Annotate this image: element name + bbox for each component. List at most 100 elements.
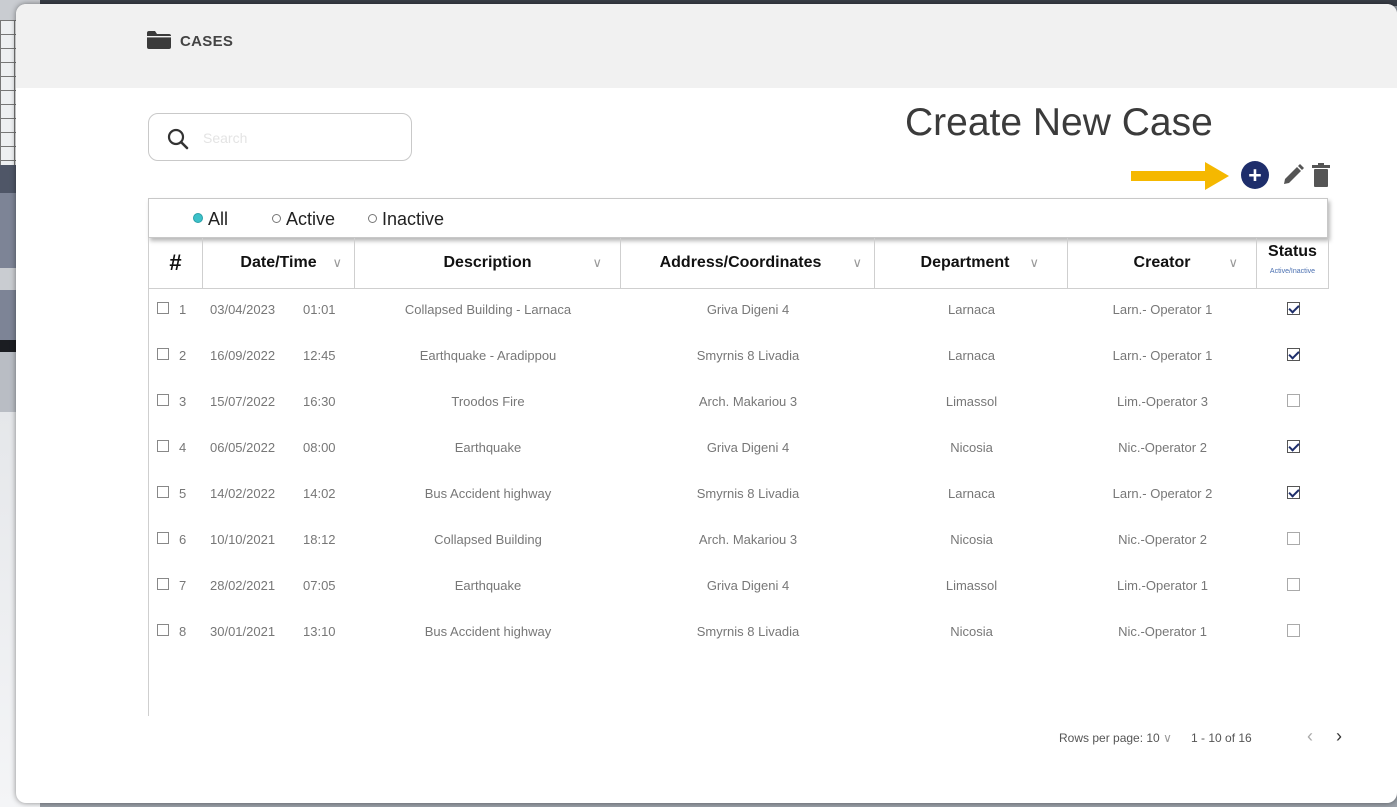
next-page-button[interactable]: › [1336,726,1342,747]
page-title: CASES [180,33,234,50]
row-address: Griva Digeni 4 [706,302,790,317]
row-department: Limassol [945,394,998,409]
table-row[interactable]: 3 15/07/2022 16:30 Troodos Fire Arch. Makari… [149,380,1329,424]
column-header-description[interactable]: Description ∨ [355,238,621,288]
row-time: 14:02 [303,486,336,501]
create-case-callout: Create New Case [905,101,1213,144]
row-status-checkbox[interactable] [1287,440,1300,453]
row-select-checkbox[interactable] [157,302,169,314]
row-description: Collapsed Building - Larnaca [404,302,572,317]
row-department: Nicosia [950,624,993,639]
row-status-checkbox[interactable] [1287,486,1300,499]
chevron-down-icon: ∨ [1228,255,1238,270]
row-time: 12:45 [303,348,336,363]
row-creator: Lim.-Operator 3 [1116,394,1209,409]
chevron-down-icon: ∨ [1029,255,1039,270]
row-description: Collapsed Building [434,532,542,547]
row-date: 10/10/2021 [210,532,276,547]
row-time: 01:01 [303,302,336,317]
row-department: Larnaca [948,302,995,317]
row-select-checkbox[interactable] [157,394,169,406]
row-number: 7 [179,578,187,593]
chevron-down-icon: ∨ [852,255,862,270]
cases-table: # Date/Time ∨ Description ∨ Address/Coordi… [148,238,1329,716]
row-select-checkbox[interactable] [157,486,169,498]
row-date: 03/04/2023 [210,302,276,317]
row-number: 2 [179,348,187,363]
table-row[interactable]: 6 10/10/2021 18:12 Collapsed Building Arch. … [149,518,1329,562]
table-row[interactable]: 2 16/09/2022 12:45 Earthquake - Aradippou Sm… [149,334,1329,378]
column-header-creator[interactable]: Creator ∨ [1068,238,1257,288]
row-description: Troodos Fire [451,394,525,409]
row-status-checkbox[interactable] [1287,302,1300,315]
row-status-checkbox[interactable] [1287,532,1300,545]
prev-page-button[interactable]: ‹ [1307,726,1313,747]
row-address: Arch. Makariou 3 [698,532,798,547]
rows-per-page-select[interactable]: Rows per page: 10 ∨ [1059,731,1172,745]
search-box[interactable] [148,113,412,161]
row-select-checkbox[interactable] [157,440,169,452]
row-select-checkbox[interactable] [157,578,169,590]
row-description: Bus Accident highway [424,624,552,639]
row-select-checkbox[interactable] [157,624,169,636]
row-time: 18:12 [303,532,336,547]
row-date: 28/02/2021 [210,578,276,593]
column-header-num: # [149,238,203,288]
row-creator: Larn.- Operator 1 [1112,348,1213,363]
row-creator: Lim.-Operator 1 [1116,578,1209,593]
table-row[interactable]: 8 30/01/2021 13:10 Bus Accident highway Smyr… [149,610,1329,654]
column-header-datetime[interactable]: Date/Time ∨ [203,238,355,288]
row-status-checkbox[interactable] [1287,578,1300,591]
row-date: 06/05/2022 [210,440,276,455]
pencil-icon[interactable] [1282,164,1304,186]
filter-active[interactable]: Active [272,209,335,230]
row-description: Earthquake [454,440,522,455]
table-row[interactable]: 5 14/02/2022 14:02 Bus Accident highway Smyr… [149,472,1329,516]
row-number: 5 [179,486,187,501]
radio-dot [193,213,203,223]
chevron-down-icon: ∨ [1163,731,1172,745]
row-creator: Larn.- Operator 2 [1112,486,1213,501]
row-number: 1 [179,302,187,317]
row-department: Nicosia [950,440,993,455]
table-row[interactable]: 7 28/02/2021 07:05 Earthquake Griva Digeni 4… [149,564,1329,608]
table-row[interactable]: 1 03/04/2023 01:01 Collapsed Building - Lar… [149,288,1329,332]
row-time: 08:00 [303,440,336,455]
column-header-address[interactable]: Address/Coordinates ∨ [621,238,875,288]
plus-circle-icon: + [1248,162,1262,188]
row-select-checkbox[interactable] [157,348,169,360]
row-address: Griva Digeni 4 [706,578,790,593]
column-header-status[interactable]: Status Active/Inactive [1257,238,1329,288]
row-department: Larnaca [948,486,995,501]
row-status-checkbox[interactable] [1287,624,1300,637]
row-status-checkbox[interactable] [1287,348,1300,361]
radio-dot [272,214,281,223]
page-range: 1 - 10 of 16 [1191,731,1252,745]
row-address: Smyrnis 8 Livadia [696,624,800,639]
column-header-department[interactable]: Department ∨ [875,238,1068,288]
row-status-checkbox[interactable] [1287,394,1300,407]
trash-icon[interactable] [1312,163,1330,187]
row-department: Limassol [945,578,998,593]
row-date: 15/07/2022 [210,394,276,409]
row-description: Earthquake [454,578,522,593]
row-select-checkbox[interactable] [157,532,169,544]
row-number: 3 [179,394,187,409]
table-header: # Date/Time ∨ Description ∨ Address/Coordi… [149,238,1329,289]
status-filter: All Active Inactive [148,198,1328,238]
row-creator: Nic.-Operator 2 [1118,440,1207,455]
row-date: 30/01/2021 [210,624,276,639]
add-case-button[interactable]: + [1241,161,1269,189]
search-icon [167,128,189,150]
row-department: Nicosia [950,532,993,547]
row-address: Arch. Makariou 3 [698,394,798,409]
row-number: 8 [179,624,187,639]
table-row[interactable]: 4 06/05/2022 08:00 Earthquake Griva Digeni 4… [149,426,1329,470]
arrow-right-icon [1131,162,1229,190]
row-address: Smyrnis 8 Livadia [696,348,800,363]
chevron-down-icon: ∨ [332,255,342,270]
row-date: 14/02/2022 [210,486,276,501]
filter-all[interactable]: All [193,209,228,230]
search-input[interactable] [201,124,395,152]
filter-inactive[interactable]: Inactive [368,209,444,230]
